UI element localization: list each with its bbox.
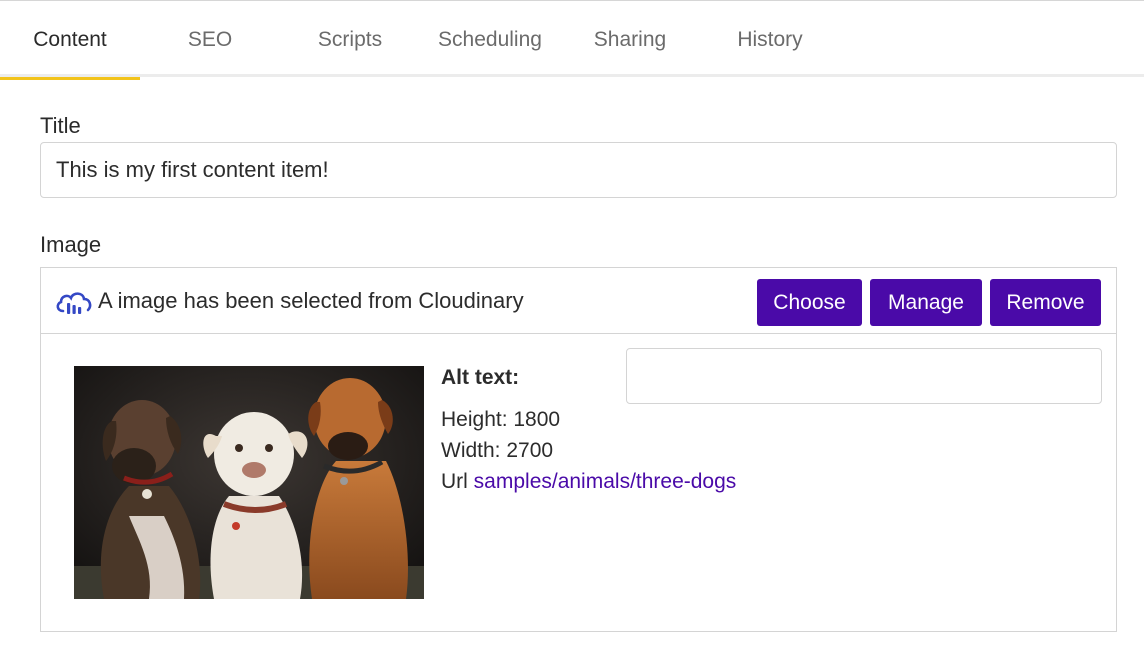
image-label: Image	[40, 232, 102, 257]
image-url-row: Url samples/animals/three-dogs	[441, 470, 736, 494]
tab-scheduling[interactable]: Scheduling	[420, 1, 560, 77]
tab-content[interactable]: Content	[0, 1, 140, 80]
tab-scripts[interactable]: Scripts	[280, 1, 420, 77]
tab-sharing[interactable]: Sharing	[560, 1, 700, 77]
alt-text-input[interactable]	[626, 348, 1102, 404]
image-panel-header: A image has been selected from Cloudinar…	[41, 268, 1116, 334]
selection-status-text: A image has been selected from Cloudinar…	[98, 288, 524, 313]
cloudinary-cloud-icon	[56, 292, 92, 314]
choose-button[interactable]: Choose	[757, 279, 862, 326]
url-label: Url	[441, 470, 468, 493]
manage-button[interactable]: Manage	[870, 279, 982, 326]
image-url-link[interactable]: samples/animals/three-dogs	[474, 470, 737, 493]
image-width: Width: 2700	[441, 439, 554, 462]
tab-seo[interactable]: SEO	[140, 1, 280, 77]
image-preview	[74, 366, 424, 599]
title-input[interactable]	[40, 142, 1117, 198]
image-panel: A image has been selected from Cloudinar…	[40, 267, 1117, 632]
image-height: Height: 1800	[441, 408, 561, 431]
tab-history[interactable]: History	[700, 1, 840, 77]
alt-text-label: Alt text:	[441, 366, 520, 389]
title-label: Title	[40, 113, 81, 138]
remove-button[interactable]: Remove	[990, 279, 1101, 326]
tab-bar: Content SEO Scripts Scheduling Sharing H…	[0, 1, 1144, 80]
